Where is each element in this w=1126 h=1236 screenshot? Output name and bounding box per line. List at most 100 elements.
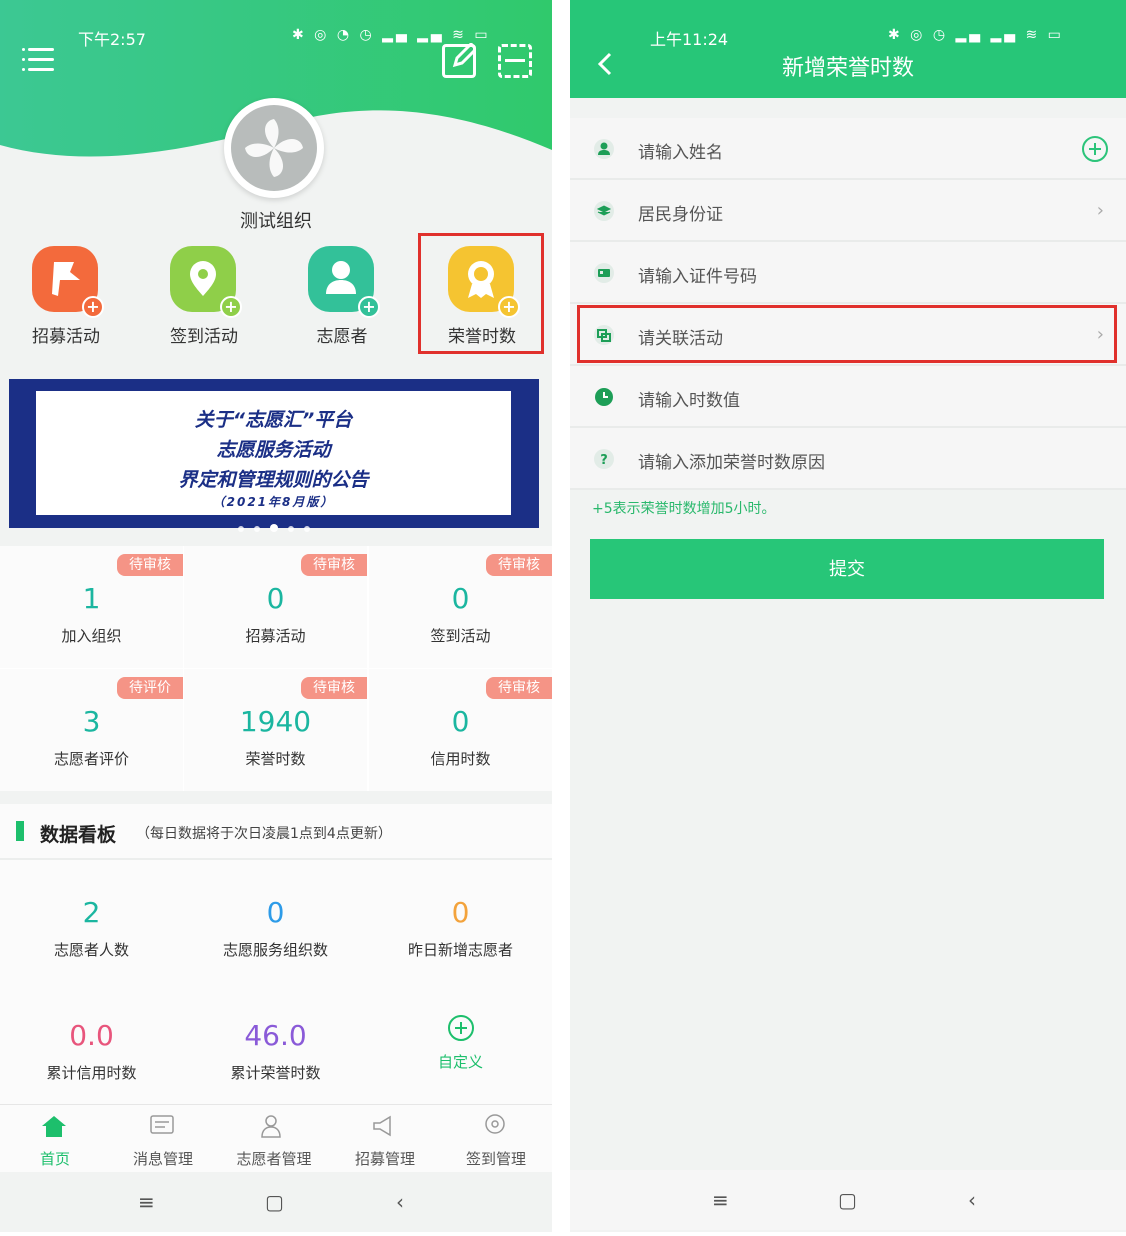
stat-cell[interactable]: 待审核 0 招募活动 (184, 546, 367, 668)
board-label: 志愿者人数 (53, 941, 129, 959)
tab-recruit[interactable]: 招募管理 (330, 1105, 440, 1173)
org-logo[interactable] (224, 98, 324, 198)
announcement-banner[interactable]: 关于“志愿汇”平台 志愿服务活动 界定和管理规则的公告 （2021年8月版） (9, 379, 539, 532)
carousel-dots[interactable] (9, 517, 539, 536)
stat-cell[interactable]: 待审核 1940 荣誉时数 (184, 669, 367, 791)
stat-cell[interactable]: 待评价 3 志愿者评价 (0, 669, 183, 791)
board-label: 累计信用时数 (46, 1064, 137, 1082)
board-cell: 0 志愿服务组织数 (184, 860, 367, 982)
tab-home[interactable]: 首页 (0, 1105, 110, 1173)
reason-field[interactable]: ? 请输入添加荣誉时数原因 (570, 428, 1126, 490)
stats-grid: 待审核 1 加入组织 待审核 0 招募活动 待审核 0 签到活动 待评价 3 志… (0, 546, 552, 791)
hours-field[interactable]: 请输入时数值 (570, 366, 1126, 428)
board-value: 0.0 (69, 1019, 114, 1052)
svg-text:?: ? (600, 453, 608, 468)
board-value: 2 (82, 896, 101, 929)
stat-label: 信用时数 (430, 750, 491, 768)
stat-value: 0 (451, 705, 470, 738)
status-time: 上午11:24 (650, 30, 729, 49)
tab-label: 消息管理 (132, 1150, 193, 1168)
back-button[interactable]: ‹ (396, 1190, 404, 1214)
field-value: 居民身份证 (638, 205, 723, 225)
customize-button[interactable]: 自定义 (369, 983, 552, 1105)
id-number-field[interactable]: 请输入证件号码 (570, 242, 1126, 304)
edit-icon[interactable] (442, 43, 476, 78)
message-icon (150, 1115, 174, 1134)
stat-label: 招募活动 (245, 627, 306, 645)
stat-label: 签到活动 (430, 627, 491, 645)
board-label: 昨日新增志愿者 (407, 941, 513, 959)
stat-value: 3 (82, 705, 101, 738)
clock-icon (595, 388, 613, 406)
status-badge: 待审核 (301, 554, 367, 576)
home-button[interactable]: ▢ (838, 1188, 857, 1212)
status-badge: 待审核 (486, 677, 552, 699)
id-card-icon (594, 263, 614, 283)
add-circle-icon[interactable] (1080, 134, 1110, 164)
board-note: （每日数据将于次日凌晨1点到4点更新） (136, 826, 392, 842)
user-manage-icon (261, 1115, 281, 1138)
quick-action-label: 招募活动 (32, 327, 100, 347)
quick-action-volunteer[interactable]: + 志愿者 (282, 238, 402, 350)
highlight-box (577, 305, 1117, 363)
field-placeholder: 请输入证件号码 (638, 267, 757, 287)
stat-cell[interactable]: 待审核 1 加入组织 (0, 546, 183, 668)
person-icon (594, 139, 614, 159)
stat-cell[interactable]: 待审核 0 信用时数 (369, 669, 552, 791)
org-name: 测试组织 (240, 211, 312, 232)
stat-label: 加入组织 (61, 627, 122, 645)
submit-button[interactable]: 提交 (590, 539, 1104, 599)
name-field[interactable]: 请输入姓名 (570, 118, 1126, 180)
banner-line: （2021年8月版） (212, 495, 335, 509)
tab-label: 首页 (39, 1150, 70, 1168)
id-type-select[interactable]: 居民身份证 › (570, 180, 1126, 242)
add-honor-hours-screen: 上午11:24 ✱ ◎ ◷ ▂▄ ▂▄ ≋ ▭ 新增荣誉时数 请输入姓名 居民身… (570, 0, 1126, 1232)
person-icon: + (308, 246, 380, 318)
pin-icon (485, 1114, 505, 1134)
data-board: 数据看板 （每日数据将于次日凌晨1点到4点更新） 2 志愿者人数 0 志愿服务组… (0, 804, 552, 1105)
pinwheel-icon (245, 119, 303, 177)
layers-icon (594, 201, 614, 221)
tab-messages[interactable]: 消息管理 (108, 1105, 218, 1173)
status-time: 下午2:57 (78, 30, 146, 49)
tab-checkin[interactable]: 签到管理 (441, 1105, 551, 1173)
tab-volunteers[interactable]: 志愿者管理 (219, 1105, 329, 1173)
stat-label: 志愿者评价 (53, 750, 129, 768)
board-title: 数据看板 (40, 824, 117, 846)
system-nav-bar: ≡ ▢ ‹ (570, 1170, 1126, 1230)
back-button[interactable]: ‹ (968, 1188, 976, 1212)
customize-label: 自定义 (437, 1053, 483, 1071)
board-cell: 2 志愿者人数 (0, 860, 183, 982)
recent-apps-button[interactable]: ≡ (138, 1190, 155, 1214)
stat-value: 1940 (239, 705, 312, 738)
stat-value: 0 (451, 582, 470, 615)
quick-action-checkin[interactable]: + 签到活动 (144, 238, 264, 350)
flag-icon: + (32, 246, 104, 318)
menu-icon[interactable] (22, 46, 54, 74)
banner-line: 界定和管理规则的公告 (178, 469, 369, 491)
board-cell: 46.0 累计荣誉时数 (184, 983, 367, 1105)
tab-bar: 首页 消息管理 志愿者管理 招募管理 签到管理 (0, 1104, 552, 1172)
chevron-right-icon: › (1096, 200, 1104, 221)
add-circle-icon (448, 1015, 474, 1041)
field-placeholder: 请输入添加荣誉时数原因 (638, 453, 825, 473)
field-placeholder: 请输入姓名 (638, 143, 723, 163)
quick-action-recruit[interactable]: + 招募活动 (6, 238, 126, 350)
status-badge: 待审核 (301, 677, 367, 699)
tab-label: 签到管理 (465, 1150, 526, 1168)
stat-label: 荣誉时数 (245, 750, 306, 768)
stat-cell[interactable]: 待审核 0 签到活动 (369, 546, 552, 668)
status-icons: ✱ ◎ ◷ ▂▄ ▂▄ ≋ ▭ (888, 27, 1064, 43)
tab-label: 志愿者管理 (236, 1150, 312, 1168)
system-nav-bar: ≡ ▢ ‹ (0, 1172, 552, 1232)
banner-line: 志愿服务活动 (216, 439, 331, 461)
scan-icon[interactable] (498, 44, 532, 78)
banner-line: 关于“志愿汇”平台 (194, 409, 353, 431)
megaphone-icon (373, 1115, 391, 1137)
tab-label: 招募管理 (354, 1150, 415, 1168)
section-marker (16, 821, 24, 841)
home-screen: 下午2:57 ✱ ◎ ◔ ◷ ▂▄ ▂▄ ≋ ▭ 测试组织 + 招募活动 + 签… (0, 0, 552, 1232)
page-title: 新增荣誉时数 (781, 56, 914, 81)
home-button[interactable]: ▢ (265, 1190, 284, 1214)
recent-apps-button[interactable]: ≡ (712, 1188, 729, 1212)
